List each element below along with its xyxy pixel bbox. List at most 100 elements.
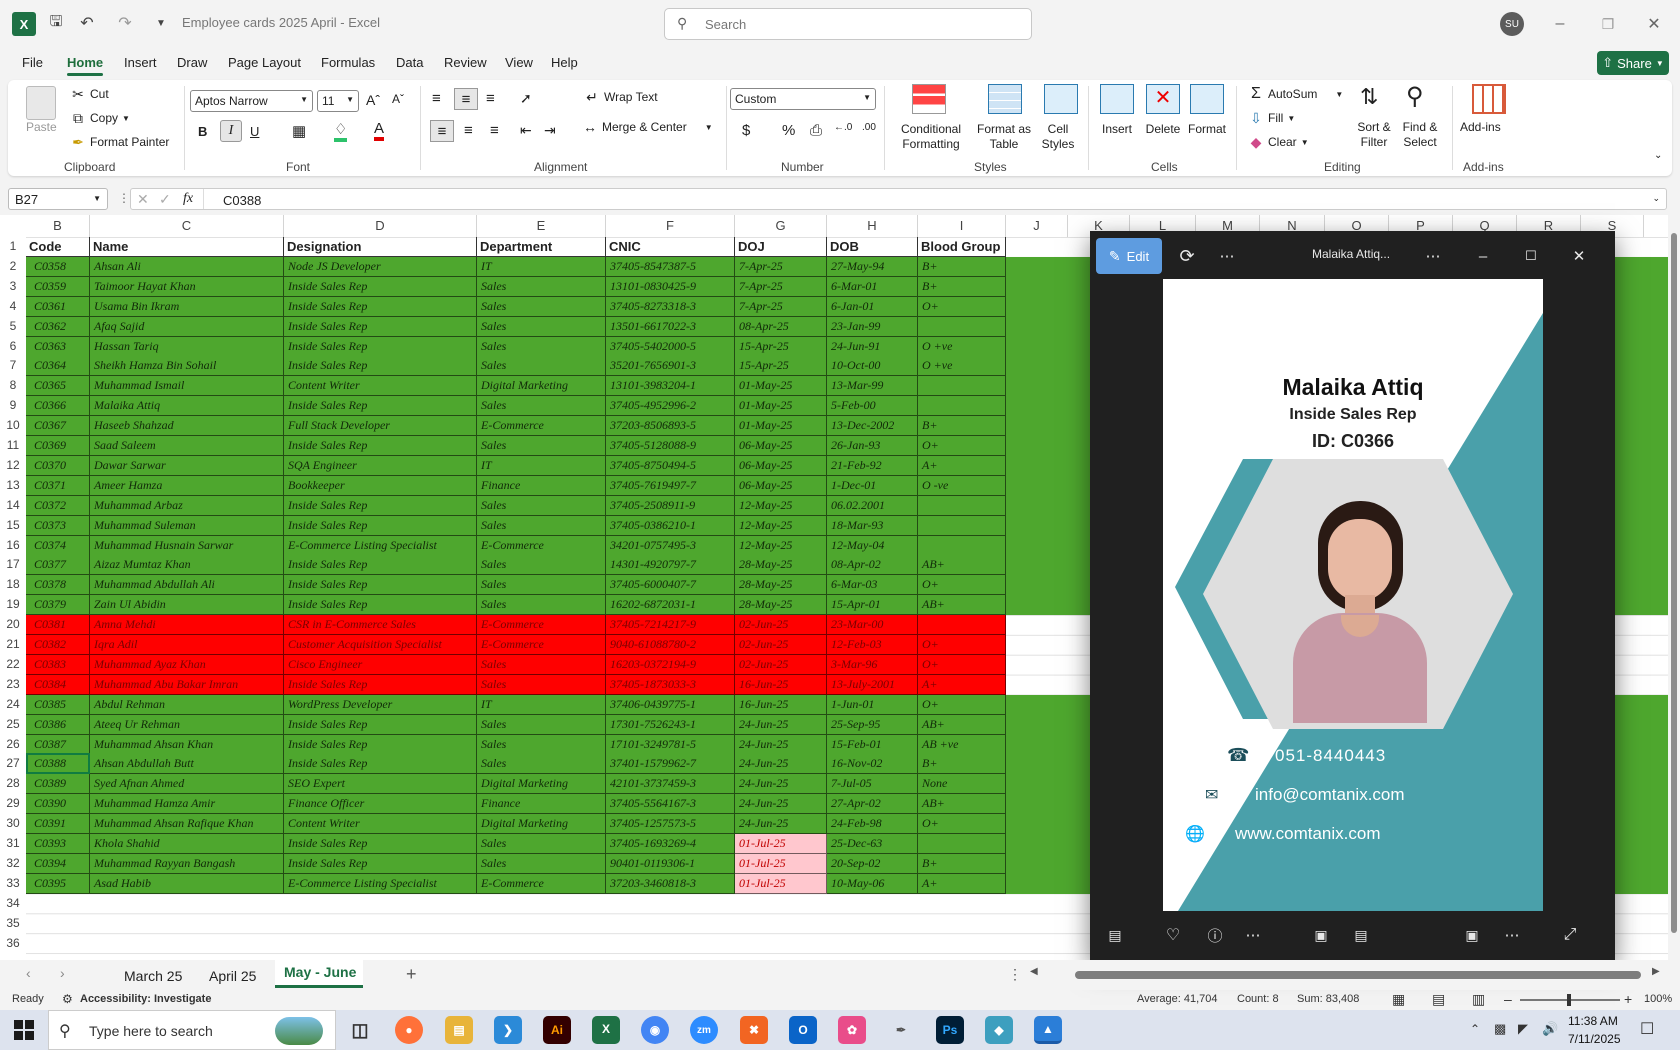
table-cell[interactable]: E-Commerce [477,535,606,556]
show-hidden-icons[interactable]: ⌃ [1470,1022,1480,1036]
table-cell[interactable]: AB+ [918,794,1006,815]
vertical-scrollbar[interactable] [1668,215,1680,960]
table-cell[interactable] [918,376,1006,397]
photoshop-icon[interactable]: Ps [936,1016,964,1044]
column-header[interactable]: B [26,215,90,237]
table-cell[interactable]: 37203-3460818-3 [606,873,735,894]
table-cell[interactable]: 15-Apr-25 [735,356,827,377]
increase-indent-icon[interactable]: ⇥ [544,122,556,139]
add-ins-button[interactable]: Add-ins [1460,120,1501,134]
row-header[interactable]: 11 [0,438,26,457]
table-cell[interactable]: Inside Sales Rep [284,555,477,576]
formula-input[interactable]: ✕ ✓ fx C0388 ⌄ [130,188,1667,210]
font-size-select[interactable]: 11 ▼ [317,90,359,112]
column-header[interactable]: E [477,215,606,237]
zoom-level[interactable]: 100% [1644,993,1672,1005]
table-cell[interactable]: Inside Sales Rep [284,674,477,695]
table-cell[interactable]: 28-May-25 [735,595,827,616]
table-cell[interactable]: 10-May-06 [827,873,918,894]
table-cell[interactable]: AB +ve [918,734,1006,755]
table-cell[interactable]: Sheikh Hamza Bin Sohail [90,356,284,377]
find-select-icon[interactable]: ⚲ [1406,82,1424,111]
table-cell[interactable]: 16202-6872031-1 [606,595,735,616]
table-cell[interactable]: Inside Sales Rep [284,396,477,417]
table-cell[interactable]: 37405-8750494-5 [606,455,735,476]
table-cell[interactable]: 37405-7214217-9 [606,615,735,636]
row-header[interactable]: 23 [0,677,26,696]
table-cell[interactable]: 3-Mar-96 [827,654,918,675]
table-cell[interactable]: 25-Dec-63 [827,834,918,854]
close-icon[interactable]: ✕ [1642,12,1666,36]
table-cell[interactable]: Inside Sales Rep [284,356,477,377]
table-cell[interactable]: 37405-4952996-2 [606,396,735,417]
table-cell[interactable]: 7-Apr-25 [735,276,827,297]
table-cell[interactable]: CSR in E-Commerce Sales [284,615,477,636]
table-cell[interactable]: 01-Jul-25 [735,853,827,874]
redo-icon[interactable]: ↷ [114,13,136,33]
table-cell[interactable]: Sales [477,853,606,874]
table-cell[interactable]: C0394 [26,853,90,874]
row-header[interactable]: 15 [0,518,26,537]
table-cell[interactable]: 20-Sep-02 [827,853,918,874]
italic-button[interactable]: I [220,120,242,142]
table-cell[interactable]: E-Commerce [477,615,606,636]
table-cell[interactable]: 28-May-25 [735,575,827,596]
table-cell[interactable]: C0369 [26,436,90,456]
table-cell[interactable]: 24-Jun-25 [735,734,827,755]
row-header[interactable]: 27 [0,756,26,775]
actual-size-icon[interactable]: ▣ [1459,922,1485,948]
more-icon[interactable]: ⋮ [1008,966,1022,983]
table-cell[interactable]: Muhammad Ahsan Khan [90,734,284,755]
table-cell[interactable]: Sales [477,754,606,775]
insert-cells-button[interactable]: Insert [1096,122,1138,136]
table-cell[interactable]: Ameer Hamza [90,475,284,496]
table-cell[interactable]: C0391 [26,814,90,835]
table-cell[interactable]: 17301-7526243-1 [606,714,735,735]
table-cell[interactable]: C0384 [26,674,90,695]
table-cell[interactable]: Inside Sales Rep [284,515,477,536]
table-cell[interactable]: 12-May-04 [827,535,918,556]
insert-function-icon[interactable]: fx [183,191,193,207]
table-cell[interactable]: Saad Saleem [90,436,284,456]
firefox-icon[interactable]: ● [395,1016,423,1044]
paste-icon[interactable] [26,86,56,120]
minimize-icon[interactable]: – [1470,243,1496,269]
table-cell[interactable]: 7-Apr-25 [735,296,827,317]
table-cell[interactable]: Inside Sales Rep [284,495,477,516]
table-cell[interactable]: Digital Marketing [477,814,606,835]
table-cell[interactable]: C0370 [26,455,90,476]
table-cell[interactable]: Muhammad Hamza Amir [90,794,284,815]
table-cell[interactable]: Muhammad Abu Bakar Imran [90,674,284,695]
table-cell[interactable]: 1-Jun-01 [827,694,918,715]
table-cell[interactable]: Amna Mehdi [90,615,284,636]
table-cell[interactable]: 90401-0119306-1 [606,853,735,874]
table-cell[interactable]: 37401-1579962-7 [606,754,735,775]
visual-search-icon[interactable]: ▣ [1308,922,1334,948]
table-cell[interactable]: A+ [918,873,1006,894]
cancel-icon[interactable]: ✕ [137,191,149,208]
table-cell[interactable]: Zain Ul Abidin [90,595,284,616]
table-cell[interactable]: 27-Apr-02 [827,794,918,815]
cut-button[interactable]: ✂ Cut [70,86,109,102]
table-cell[interactable]: 08-Apr-25 [735,316,827,337]
format-as-table-button[interactable]: Format as Table [974,122,1034,152]
row-header[interactable]: 18 [0,577,26,596]
table-cell[interactable]: Iqra Adil [90,635,284,655]
table-cell[interactable]: Muhammad Arbaz [90,495,284,516]
table-cell[interactable]: 6-Mar-03 [827,575,918,596]
table-cell[interactable]: Inside Sales Rep [284,853,477,874]
sheet-tab-april[interactable]: April 25 [209,968,256,984]
table-cell[interactable]: E-Commerce [477,635,606,655]
table-cell[interactable]: 06-May-25 [735,436,827,456]
row-header[interactable]: 28 [0,776,26,795]
table-cell[interactable]: 16-Jun-25 [735,694,827,715]
text-scan-icon[interactable]: ▤ [1348,922,1374,948]
table-cell[interactable]: Dawar Sarwar [90,455,284,476]
notifications-icon[interactable]: ☐ [1640,1019,1654,1039]
table-cell[interactable]: 24-Feb-98 [827,814,918,835]
table-cell[interactable]: 7-Jul-05 [827,774,918,795]
prev-sheet-icon[interactable]: ‹ [26,965,31,981]
table-cell[interactable]: Syed Afnan Ahmed [90,774,284,795]
row-header[interactable]: 26 [0,737,26,756]
table-cell[interactable]: C0383 [26,654,90,675]
